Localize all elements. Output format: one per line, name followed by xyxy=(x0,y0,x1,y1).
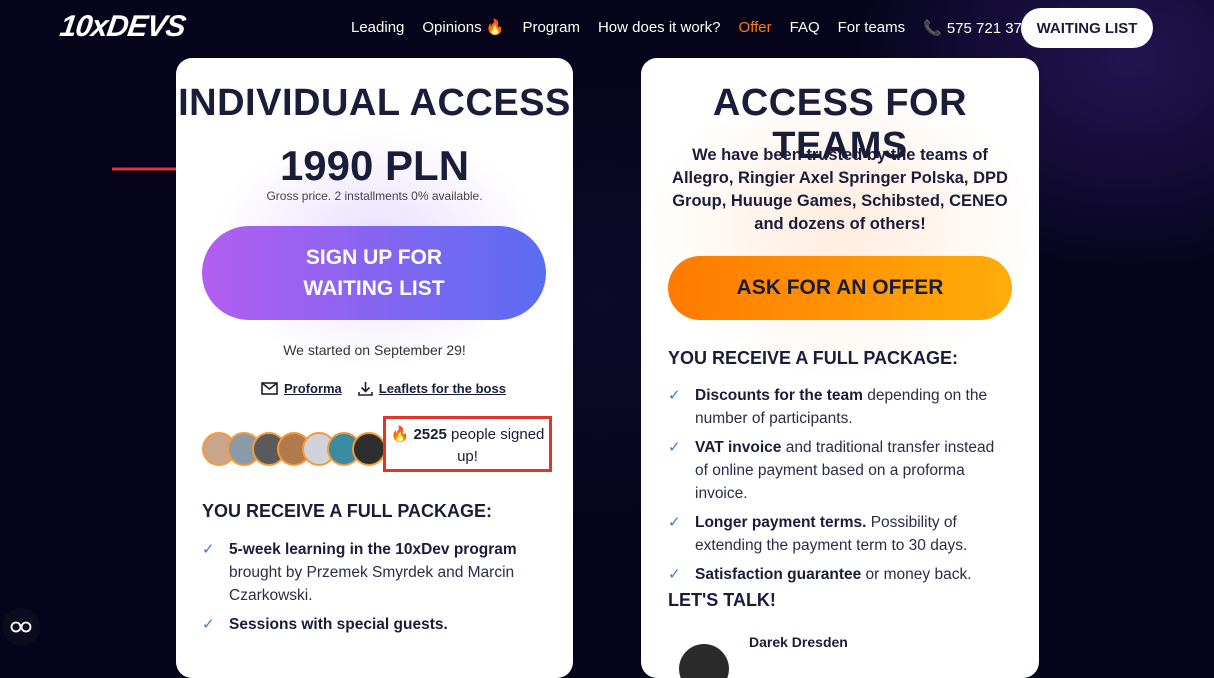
price-note: Gross price. 2 installments 0% available… xyxy=(266,189,483,203)
list-item: ✓ VAT invoice and traditional transfer i… xyxy=(668,436,1008,505)
sign-up-waiting-list-button[interactable]: SIGN UP FOR WAITING LIST xyxy=(202,226,546,320)
nav-link-faq[interactable]: FAQ xyxy=(790,16,820,40)
check-icon: ✓ xyxy=(668,387,681,404)
signed-text: people signed up! xyxy=(450,426,545,465)
feature-bold: Longer payment terms. xyxy=(695,514,867,531)
nav-link-opinions[interactable]: Opinions 🔥 xyxy=(422,16,504,40)
phone-number: 575 721 379 xyxy=(946,19,1031,37)
nav-link-leading[interactable]: Leading xyxy=(351,16,404,40)
check-icon: ✓ xyxy=(668,439,681,456)
package-heading: YOU RECEIVE A FULL PACKAGE: xyxy=(202,501,493,521)
ask-for-offer-button[interactable]: ASK FOR AN OFFER xyxy=(668,256,1012,320)
cookie-settings-button[interactable] xyxy=(2,608,40,646)
phone-link[interactable]: 📞 575 721 379 xyxy=(923,19,1031,38)
list-item: ✓ Longer payment terms. Possibility of e… xyxy=(668,511,1008,557)
nav-link-offer[interactable]: Offer xyxy=(739,16,772,40)
feature-bold: Sessions with special guests. xyxy=(229,616,448,633)
envelope-icon xyxy=(261,382,278,395)
trusted-by-text: We have been trusted by the teams of All… xyxy=(672,146,1008,233)
list-item: ✓ 5-week learning in the 10xDev program … xyxy=(202,538,522,607)
leaflets-label: Leaflets for the boss xyxy=(378,381,506,396)
feature-bold: Discounts for the team xyxy=(695,387,863,404)
cookie-settings-icon xyxy=(10,621,32,633)
individual-feature-list: ✓ 5-week learning in the 10xDev program … xyxy=(202,538,522,636)
check-icon: ✓ xyxy=(202,616,215,633)
leaflets-link[interactable]: Leaflets for the boss xyxy=(357,381,506,396)
participant-avatars xyxy=(202,432,386,466)
list-item: ✓ Discounts for the team depending on th… xyxy=(668,384,1008,430)
logo[interactable]: 10xDEVS xyxy=(57,8,187,46)
signed-up-counter: 🔥 2525 people signed up! xyxy=(383,416,552,472)
avatar xyxy=(352,432,386,466)
individual-title: INDIVIDUAL ACCESS xyxy=(178,82,571,124)
feature-text: brought by Przemek Smyrdek and Marcin Cz… xyxy=(229,564,515,604)
top-navigation: 10xDEVS Leading Opinions 🔥 Program How d… xyxy=(0,0,1214,56)
check-icon: ✓ xyxy=(668,566,681,583)
teams-feature-list: ✓ Discounts for the team depending on th… xyxy=(668,384,1008,586)
document-links: Proforma Leaflets for the boss xyxy=(261,381,522,396)
individual-access-card: INDIVIDUAL ACCESS 1990 PLN Gross price. … xyxy=(176,58,573,678)
proforma-link[interactable]: Proforma xyxy=(261,381,342,396)
download-icon xyxy=(357,382,373,396)
contact-name: Darek Dresden xyxy=(749,634,848,650)
check-icon: ✓ xyxy=(202,541,215,558)
team-access-card: ACCESS FOR TEAMS We have been trusted by… xyxy=(641,58,1039,678)
signed-count: 2525 xyxy=(413,426,447,443)
lets-talk-heading: LET'S TALK! xyxy=(668,590,776,610)
phone-icon: 📞 xyxy=(923,20,942,37)
cta-line-2: WAITING LIST xyxy=(303,277,445,300)
feature-bold: 5-week learning in the 10xDev program xyxy=(229,541,517,558)
contact-avatar xyxy=(679,644,729,678)
fire-icon: 🔥 xyxy=(390,426,410,443)
nav-link-program[interactable]: Program xyxy=(522,16,580,40)
start-date-text: We started on September 29! xyxy=(283,342,466,358)
cta-line-1: SIGN UP FOR xyxy=(305,246,443,269)
package-heading: YOU RECEIVE A FULL PACKAGE: xyxy=(668,348,959,368)
nav-link-how-it-works[interactable]: How does it work? xyxy=(598,16,721,40)
feature-bold: Satisfaction guarantee xyxy=(695,566,862,583)
waiting-list-button[interactable]: WAITING LIST xyxy=(1021,8,1153,48)
nav-link-for-teams[interactable]: For teams xyxy=(838,16,906,40)
list-item: ✓ Sessions with special guests. xyxy=(202,613,522,636)
feature-text: or money back. xyxy=(861,566,972,583)
price: 1990 PLN xyxy=(279,142,470,189)
feature-bold: VAT invoice xyxy=(695,439,782,456)
check-icon: ✓ xyxy=(668,514,681,531)
nav-links: Leading Opinions 🔥 Program How does it w… xyxy=(342,16,1030,40)
proforma-label: Proforma xyxy=(284,381,342,396)
list-item: ✓ Satisfaction guarantee or money back. xyxy=(668,563,1008,586)
